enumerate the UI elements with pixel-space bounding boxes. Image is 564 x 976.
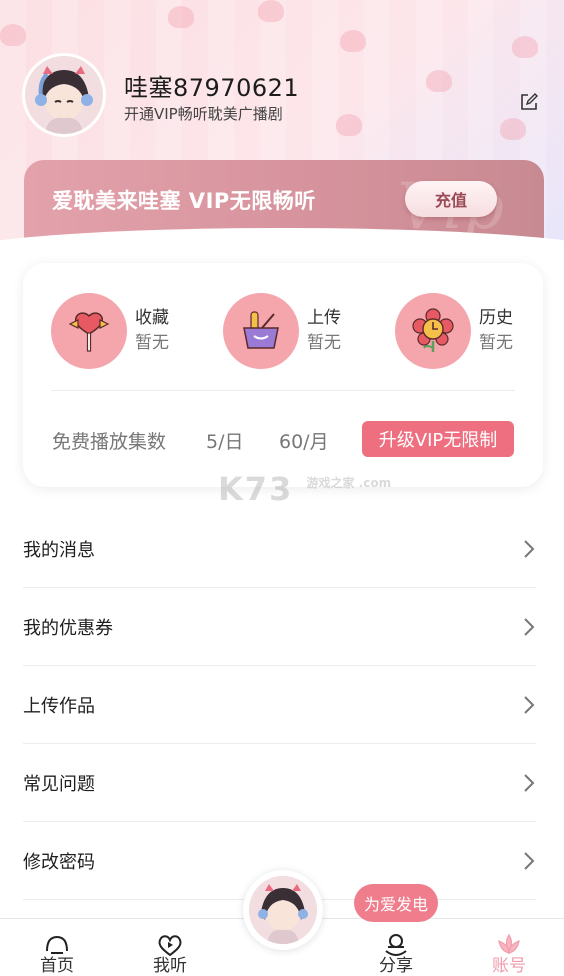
username: 哇塞87970621 xyxy=(124,74,300,102)
flower-clock-icon xyxy=(412,308,454,352)
basket-icon xyxy=(243,311,279,349)
menu-item-label: 我的优惠券 xyxy=(23,617,113,639)
decor-flower xyxy=(168,6,194,28)
menu-item-label: 修改密码 xyxy=(23,851,95,873)
stat-label: 收藏 xyxy=(135,308,169,328)
decor-flower xyxy=(258,0,284,22)
site-watermark: K73 游戏之家 .com xyxy=(218,470,391,508)
menu-item-label: 我的消息 xyxy=(23,539,95,561)
settings-menu: 我的消息 我的优惠券 上传作品 常见问题 修改密码 xyxy=(23,510,536,900)
tab-label: 我听 xyxy=(153,956,187,976)
tab-label: 分享 xyxy=(379,956,413,976)
watermark-subtext: 游戏之家 .com xyxy=(306,476,392,490)
card-divider xyxy=(51,390,515,391)
decor-flower xyxy=(340,30,366,52)
vip-banner-text: 爱耽美来哇塞 VIP无限畅听 xyxy=(52,189,316,213)
free-play-per-day: 5/日 xyxy=(206,431,244,453)
free-play-label: 免费播放集数 xyxy=(52,431,167,453)
menu-item-messages[interactable]: 我的消息 xyxy=(23,510,536,588)
menu-item-label: 上传作品 xyxy=(23,695,95,717)
decor-flower xyxy=(0,24,26,46)
menu-item-label: 常见问题 xyxy=(23,773,95,795)
free-play-per-month: 60/月 xyxy=(279,431,329,453)
chevron-right-icon xyxy=(524,617,535,636)
menu-item-coupons[interactable]: 我的优惠券 xyxy=(23,588,536,666)
chevron-right-icon xyxy=(524,539,535,558)
stat-label: 历史 xyxy=(479,308,513,328)
menu-item-upload-works[interactable]: 上传作品 xyxy=(23,666,536,744)
lollipop-icon xyxy=(68,312,110,352)
tab-account[interactable]: 账号 xyxy=(464,919,554,976)
vip-subtitle: 开通VIP畅听耽美广播剧 xyxy=(124,105,283,123)
stats-card: 收藏 暂无 上传 暂无 历史 暂无 免费播放集数 5/日 60/月 升级VIP无… xyxy=(23,263,543,487)
decor-flower xyxy=(500,118,526,140)
recharge-button[interactable]: 充值 xyxy=(405,181,497,217)
avatar-image xyxy=(25,56,103,134)
stat-label: 上传 xyxy=(307,308,341,328)
tab-home[interactable]: 首页 xyxy=(12,919,102,976)
profile-header: 哇塞87970621 开通VIP畅听耽美广播剧 Vip 爱耽美来哇塞 VIP无限… xyxy=(0,0,564,250)
stat-value: 暂无 xyxy=(135,333,169,353)
decor-flower xyxy=(426,70,452,92)
stat-uploads[interactable]: 上传 暂无 xyxy=(223,293,341,369)
menu-item-faq[interactable]: 常见问题 xyxy=(23,744,536,822)
tab-label: 账号 xyxy=(492,956,526,976)
avatar[interactable] xyxy=(22,53,106,137)
decor-flower xyxy=(336,114,362,136)
stat-icon-circle xyxy=(395,293,471,369)
stat-favorites[interactable]: 收藏 暂无 xyxy=(51,293,169,369)
support-bubble[interactable]: 为爱发电 xyxy=(354,884,438,922)
stat-icon-circle xyxy=(51,293,127,369)
chevron-right-icon xyxy=(524,773,535,792)
decor-flower xyxy=(512,36,538,58)
chevron-right-icon xyxy=(524,695,535,714)
upgrade-vip-button[interactable]: 升级VIP无限制 xyxy=(362,421,514,457)
chevron-right-icon xyxy=(524,851,535,870)
tab-my-listening[interactable]: 我听 xyxy=(125,919,215,976)
stat-history[interactable]: 历史 暂无 xyxy=(395,293,513,369)
tab-share[interactable]: 分享 xyxy=(351,919,441,976)
stat-value: 暂无 xyxy=(307,333,341,353)
center-avatar-image xyxy=(249,876,317,944)
tab-label: 首页 xyxy=(40,956,74,976)
watermark-text: K73 xyxy=(218,470,294,508)
edit-icon[interactable] xyxy=(520,93,538,111)
center-avatar-button[interactable] xyxy=(243,870,323,950)
stat-icon-circle xyxy=(223,293,299,369)
stat-value: 暂无 xyxy=(479,333,513,353)
